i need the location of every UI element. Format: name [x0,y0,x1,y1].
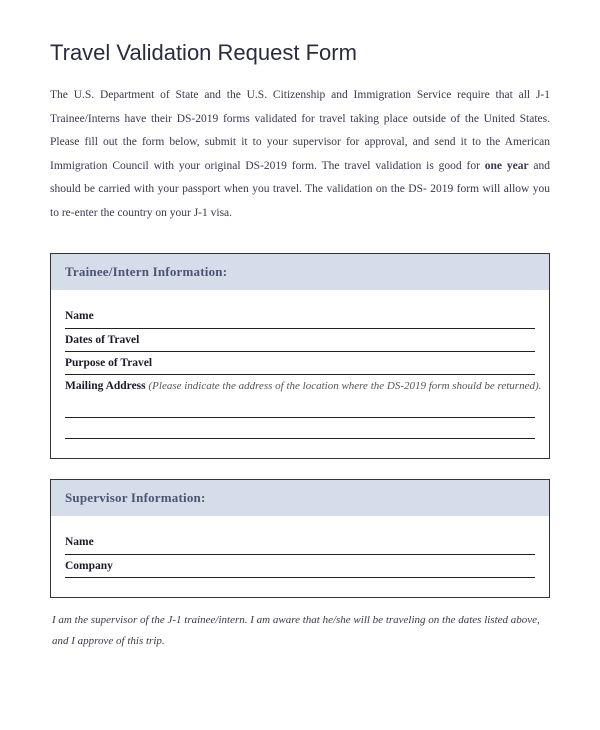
supervisor-section-body: Name Company [51,516,549,597]
supervisor-name-field[interactable]: Name [65,532,535,554]
purpose-field[interactable]: Purpose of Travel [65,353,535,375]
name-field[interactable]: Name [65,306,535,328]
trainee-section-body: Name Dates of Travel Purpose of Travel M… [51,290,549,458]
intro-bold: one year [485,160,529,172]
supervisor-statement: I am the supervisor of the J-1 trainee/i… [50,610,550,652]
company-field[interactable]: Company [65,556,535,578]
dates-field[interactable]: Dates of Travel [65,330,535,352]
mailing-hint: (Please indicate the address of the loca… [149,380,542,392]
form-title: Travel Validation Request Form [50,40,550,66]
supervisor-section-header: Supervisor Information: [51,480,549,516]
supervisor-section: Supervisor Information: Name Company [50,479,550,598]
trainee-section-header: Trainee/Intern Information: [51,254,549,290]
intro-paragraph: The U.S. Department of State and the U.S… [50,84,550,225]
mailing-line-2[interactable] [65,419,535,439]
intro-text-1: The U.S. Department of State and the U.S… [50,89,550,172]
mailing-line-1[interactable] [65,398,535,418]
trainee-section: Trainee/Intern Information: Name Dates o… [50,253,550,459]
mailing-label: Mailing Address [65,380,146,392]
mailing-field[interactable]: Mailing Address (Please indicate the add… [65,376,535,397]
